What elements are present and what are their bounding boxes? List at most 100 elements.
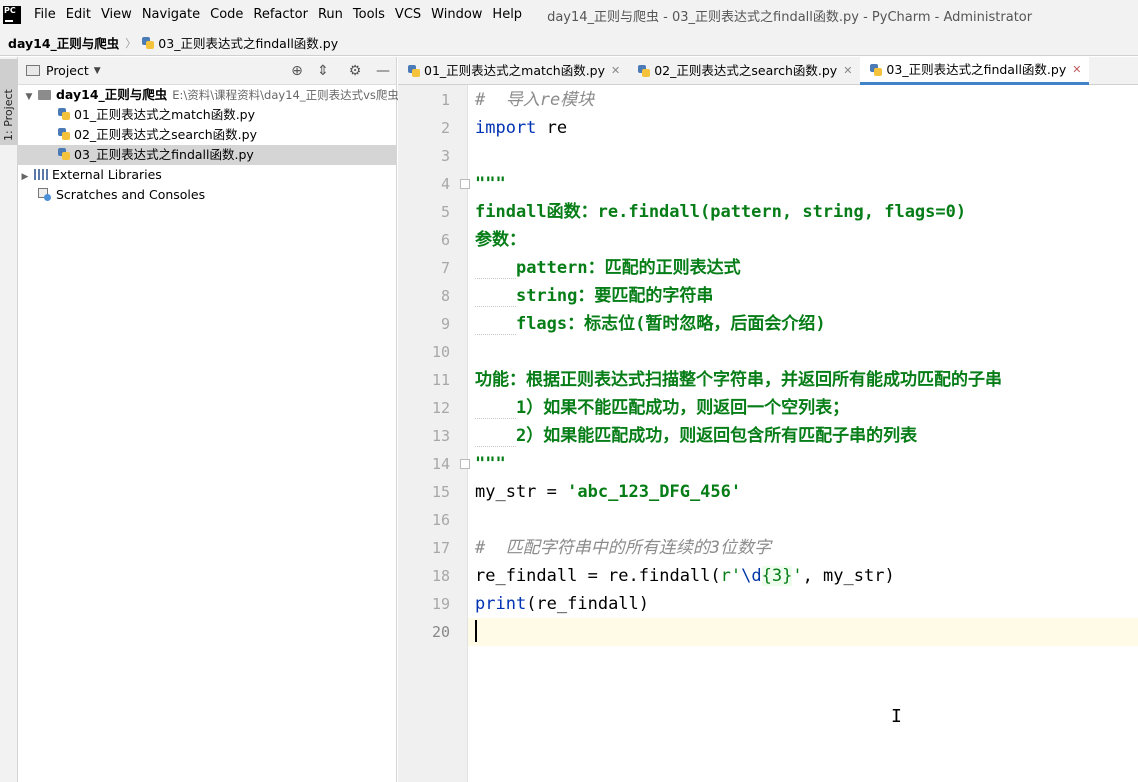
menu-vcs[interactable]: VCS — [390, 0, 426, 30]
code-line-9: flags：标志位(暂时忽略，后面会介绍) — [475, 310, 826, 338]
breadcrumb-file[interactable]: 03_正则表达式之findall函数.py — [142, 33, 338, 52]
code-line-17: # 匹配字符串中的所有连续的3位数字 — [475, 538, 771, 558]
tree-item-label: 01_正则表达式之match函数.py — [74, 107, 255, 122]
line-number: 15 — [431, 483, 450, 501]
close-icon[interactable]: ✕ — [611, 57, 620, 85]
chevron-down-icon[interactable]: ▼ — [94, 66, 101, 76]
editor-tab-bar: 01_正则表达式之match函数.py ✕ 02_正则表达式之search函数.… — [398, 57, 1138, 85]
line-number: 18 — [431, 567, 450, 585]
editor-tab-label: 03_正则表达式之findall函数.py — [886, 61, 1067, 77]
line-number: 11 — [431, 371, 450, 389]
menu-help[interactable]: Help — [487, 0, 527, 30]
tree-item-file-03[interactable]: 03_正则表达式之findall函数.py — [18, 145, 397, 165]
tree-item-scratches[interactable]: Scratches and Consoles — [18, 185, 397, 205]
python-file-icon — [58, 128, 70, 140]
editor-tab-03[interactable]: 03_正则表达式之findall函数.py ✕ — [860, 56, 1090, 85]
menu-code[interactable]: Code — [205, 0, 248, 30]
folder-icon — [37, 90, 51, 100]
editor-tab-label: 02_正则表达式之search函数.py — [654, 63, 838, 78]
collapse-all-icon[interactable]: ⇕ — [314, 62, 332, 80]
code-line-11: 功能：根据正则表达式扫描整个字符串，并返回所有能成功匹配的子串 — [475, 370, 1002, 390]
line-number: 9 — [440, 315, 450, 333]
python-file-icon — [58, 148, 70, 160]
line-number: 1 — [440, 91, 450, 109]
code-line-5: findall函数：re.findall(pattern, string, fl… — [475, 202, 967, 222]
menu-tools[interactable]: Tools — [348, 0, 390, 30]
line-number: 14 — [431, 455, 450, 473]
line-number-current: 20 — [431, 623, 450, 641]
code-line-7: pattern：匹配的正则表达式 — [475, 254, 741, 282]
menu-navigate[interactable]: Navigate — [137, 0, 205, 30]
locate-icon[interactable]: ⊕ — [288, 62, 306, 80]
code-line-15: my_str = 'abc_123_DFG_456' — [475, 482, 742, 502]
editor-tab-label: 01_正则表达式之match函数.py — [424, 63, 605, 78]
text-caret — [475, 620, 477, 642]
code-line-18: re_findall = re.findall(r'\d{3}', my_str… — [475, 566, 895, 586]
mouse-ibeam-cursor-icon: I — [891, 706, 902, 727]
breadcrumb: day14_正则与爬虫 〉 03_正则表达式之findall函数.py — [0, 30, 1138, 56]
close-icon[interactable]: ✕ — [1072, 56, 1081, 84]
line-number: 6 — [440, 231, 450, 249]
code-line-8: string：要匹配的字符串 — [475, 282, 713, 310]
left-tool-strip: 1: Project — [0, 57, 18, 782]
tree-item-file-01[interactable]: 01_正则表达式之match函数.py — [18, 105, 397, 125]
project-view-icon — [26, 65, 40, 76]
line-number: 7 — [440, 259, 450, 277]
breadcrumb-file-label: 03_正则表达式之findall函数.py — [158, 36, 339, 51]
python-file-icon — [58, 108, 70, 120]
line-number: 2 — [440, 119, 450, 137]
scratches-icon — [38, 188, 51, 201]
editor-tab-01[interactable]: 01_正则表达式之match函数.py ✕ — [398, 57, 628, 85]
tree-root-label: day14_正则与爬虫 — [55, 87, 168, 102]
line-number: 8 — [440, 287, 450, 305]
expand-arrow-icon[interactable]: ▼ — [24, 87, 34, 107]
window-title: day14_正则与爬虫 - 03_正则表达式之findall函数.py - Py… — [547, 9, 1033, 25]
close-icon[interactable]: ✕ — [843, 57, 852, 85]
code-line-14: """ — [475, 454, 506, 474]
line-number: 3 — [440, 147, 450, 165]
tree-item-label: 02_正则表达式之search函数.py — [74, 127, 257, 142]
code-line-2: import re — [475, 118, 568, 138]
line-number: 13 — [431, 427, 450, 445]
fold-marker-icon[interactable] — [460, 459, 470, 469]
python-file-icon — [408, 65, 420, 77]
library-icon — [33, 169, 48, 180]
chevron-right-icon: 〉 — [125, 36, 137, 50]
gear-icon[interactable]: ⚙ — [346, 62, 364, 80]
tree-root-project[interactable]: ▼ day14_正则与爬虫 E:\资料\课程资料\day14_正则表达式vs爬虫 — [18, 85, 399, 107]
hide-panel-icon[interactable]: — — [374, 62, 392, 80]
breadcrumb-project[interactable]: day14_正则与爬虫 — [8, 33, 119, 52]
code-line-4: """ — [475, 174, 506, 194]
menu-bar: PC File Edit View Navigate Code Refactor… — [0, 0, 1138, 30]
menu-edit[interactable]: Edit — [61, 0, 96, 30]
menu-refactor[interactable]: Refactor — [248, 0, 313, 30]
pycharm-logo-icon[interactable]: PC — [3, 6, 21, 24]
project-view-selector[interactable]: Project — [46, 63, 89, 78]
code-editor[interactable]: 1 2 3 4 5 6 7 8 9 10 11 12 13 14 15 16 1… — [398, 85, 1138, 782]
python-file-icon — [142, 37, 155, 49]
tree-item-external-libraries[interactable]: ▶ External Libraries — [18, 165, 397, 185]
project-tool-tab[interactable]: 1: Project — [0, 59, 18, 145]
python-file-icon — [638, 65, 651, 77]
expand-arrow-icon[interactable]: ▶ — [20, 167, 30, 187]
line-number: 5 — [440, 203, 450, 221]
fold-marker-icon[interactable] — [460, 179, 470, 189]
code-line-13: 2）如果能匹配成功，则返回包含所有匹配子串的列表 — [475, 422, 917, 450]
line-number: 10 — [431, 343, 450, 361]
line-number-gutter: 1 2 3 4 5 6 7 8 9 10 11 12 13 14 15 16 1… — [398, 85, 470, 782]
tree-item-file-02[interactable]: 02_正则表达式之search函数.py — [18, 125, 397, 145]
tree-item-label: External Libraries — [51, 167, 162, 182]
menu-view[interactable]: View — [96, 0, 137, 30]
menu-file[interactable]: File — [29, 0, 61, 30]
menu-run[interactable]: Run — [313, 0, 348, 30]
code-line-1: # 导入re模块 — [475, 90, 595, 110]
line-number: 19 — [431, 595, 450, 613]
menu-window[interactable]: Window — [426, 0, 487, 30]
tree-item-label: Scratches and Consoles — [56, 187, 206, 202]
project-tool-tab-label: 1: Project — [2, 89, 15, 141]
code-line-20-current — [468, 618, 1138, 646]
editor-tab-02[interactable]: 02_正则表达式之search函数.py ✕ — [628, 57, 860, 85]
project-panel: Project ▼ ⊕ ⇕ ⚙ — ▼ day14_正则与爬虫 E:\资料\课程资… — [18, 57, 399, 782]
project-panel-header: Project ▼ ⊕ ⇕ ⚙ — — [18, 57, 396, 85]
code-line-6: 参数： — [475, 230, 526, 250]
